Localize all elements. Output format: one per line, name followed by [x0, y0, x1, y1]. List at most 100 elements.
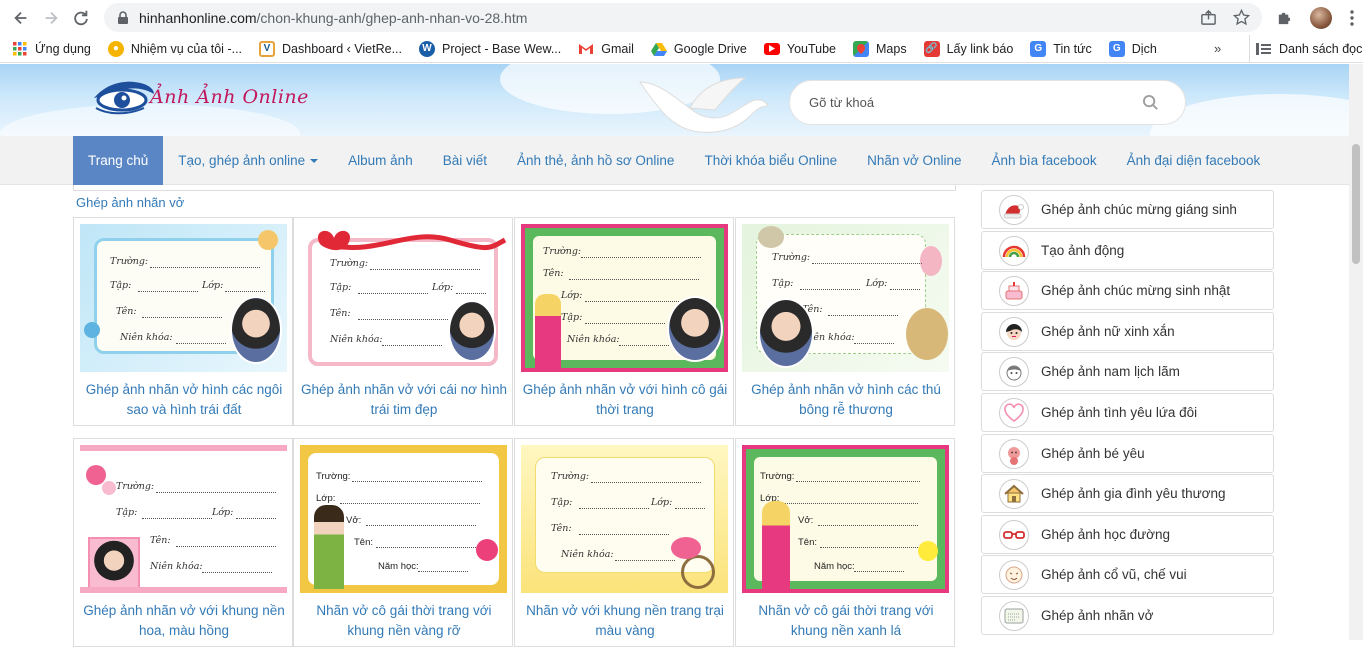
- sidebar-item-baby[interactable]: Ghép ảnh bé yêu: [981, 434, 1274, 473]
- sidebar-item-birthday[interactable]: Ghép ảnh chúc mừng sinh nhật: [981, 271, 1274, 310]
- task-icon: ●: [107, 40, 124, 57]
- thumb-label: Vở:: [346, 515, 362, 526]
- sidebar-item-notebook-labels[interactable]: Ghép ảnh nhãn vở: [981, 596, 1274, 635]
- sidebar-item-label: Ghép ảnh học đường: [1041, 527, 1170, 542]
- extensions-puzzle-icon[interactable]: [1276, 9, 1293, 26]
- label-card[interactable]: Trường: Tập: Lớp: Tên: Niên khóa: Ghép ả…: [293, 217, 513, 426]
- label-card[interactable]: Trường: Tập: Lớp: Tên: Niên khóa: Ghép ả…: [73, 217, 293, 426]
- nav-home[interactable]: Trang chủ: [73, 136, 164, 185]
- card-title-link[interactable]: Nhãn vở cô gái thời trang với khung nền …: [298, 601, 510, 641]
- card-thumbnail[interactable]: Trường: Tập: Lớp: Tên: Niên khóa:: [80, 224, 287, 372]
- sidebar-item-animated[interactable]: Tạo ảnh động: [981, 231, 1274, 270]
- share-icon[interactable]: [1200, 9, 1217, 26]
- reload-icon[interactable]: [66, 3, 96, 33]
- nav-articles[interactable]: Bài viết: [428, 136, 502, 185]
- card-thumbnail[interactable]: Trường: Tập: Lớp: Tên: Niên khóa:: [521, 445, 728, 593]
- card-title-link[interactable]: Ghép ảnh nhãn vở với cái nơ hình trái ti…: [298, 380, 510, 420]
- label-card[interactable]: Trường: Tập: Lớp: Tên: Niên khóa: Nhãn v…: [514, 438, 734, 647]
- bookmark-get-link[interactable]: 🔗 Lấy link báo: [923, 40, 1014, 57]
- baby-icon: [999, 438, 1029, 469]
- page-scrollbar[interactable]: [1349, 64, 1363, 640]
- bookmark-label: Gmail: [601, 41, 634, 56]
- main-navigation: Trang chủ Tạo, ghép ảnh online Album ảnh…: [0, 136, 1349, 185]
- thumb-label: Lớp:: [202, 280, 224, 291]
- more-menu-icon[interactable]: [1350, 9, 1354, 26]
- card-thumbnail[interactable]: Trường: Lớp: Vở: Tên: Năm học:: [300, 445, 507, 593]
- sidebar-item-label: Ghép ảnh gia đình yêu thương: [1041, 486, 1226, 501]
- card-thumbnail[interactable]: Trường: Lớp: Vở: Tên: Năm học:: [742, 445, 949, 593]
- card-title-link[interactable]: Nhãn vở cô gái thời trang với khung nền …: [740, 601, 952, 641]
- nav-label: Nhãn vở Online: [867, 153, 962, 168]
- bookmark-label: Google Drive: [673, 41, 747, 56]
- thumb-label: Niên khóa:: [330, 334, 383, 345]
- bookmark-label: Dashboard ‹ VietRe...: [282, 41, 402, 56]
- bookmark-youtube[interactable]: YouTube: [763, 42, 836, 56]
- nav-albums[interactable]: Album ảnh: [333, 136, 428, 185]
- nav-notebook-labels[interactable]: Nhãn vở Online: [852, 136, 976, 185]
- sidebar-item-pretty-girl[interactable]: Ghép ảnh nữ xinh xắn: [981, 312, 1274, 351]
- bookmark-label: Dịch: [1131, 41, 1157, 56]
- bookmark-project[interactable]: W Project - Base Wew...: [419, 40, 561, 57]
- nav-label: Thời khóa biểu Online: [704, 153, 838, 168]
- back-icon[interactable]: [6, 3, 36, 33]
- bookmark-dashboard[interactable]: V Dashboard ‹ VietRe...: [259, 40, 402, 57]
- sidebar-item-christmas[interactable]: Ghép ảnh chúc mừng giáng sinh: [981, 190, 1274, 229]
- sidebar-item-funny[interactable]: Ghép ảnh cổ vũ, chế vui: [981, 555, 1274, 594]
- label-card[interactable]: Trường: Tập: Lớp: Tên: Niên khóa: Ghép ả…: [735, 217, 955, 426]
- wordpress-icon: W: [419, 40, 435, 57]
- bookmarks-overflow-button[interactable]: »: [1214, 41, 1221, 56]
- sidebar-item-family[interactable]: Ghép ảnh gia đình yêu thương: [981, 474, 1274, 513]
- profile-avatar[interactable]: [1310, 6, 1333, 29]
- card-title-link[interactable]: Ghép ảnh nhãn vở với hình cô gái thời tr…: [519, 380, 731, 420]
- bookmark-apps[interactable]: Ứng dụng: [12, 41, 91, 57]
- translate-icon: G: [1108, 40, 1125, 57]
- thumb-label: Lớp:: [651, 497, 673, 508]
- nav-create-photos[interactable]: Tạo, ghép ảnh online: [163, 136, 333, 185]
- sidebar-item-couple-love[interactable]: Ghép ảnh tình yêu lứa đôi: [981, 393, 1274, 432]
- thumb-label: Lớp:: [866, 278, 888, 289]
- bookmark-label: Lấy link báo: [946, 41, 1014, 56]
- card-thumbnail[interactable]: Trường: Tập: Lớp: Tên: Niên khóa:: [300, 224, 507, 372]
- card-title-link[interactable]: Nhãn vở với khung nền trang trại màu vàn…: [519, 601, 731, 641]
- google-drive-icon: [650, 41, 667, 57]
- bookmark-tasks[interactable]: ● Nhiệm vụ của tôi -...: [107, 40, 242, 57]
- site-banner: Ảnh Ảnh Online: [0, 64, 1349, 136]
- bookmark-gmail[interactable]: Gmail: [578, 41, 634, 57]
- sidebar-item-handsome-boy[interactable]: Ghép ảnh nam lịch lãm: [981, 352, 1274, 391]
- santa-hat-icon: [999, 194, 1029, 225]
- nav-facebook-avatar[interactable]: Ảnh đại diện facebook: [1112, 136, 1276, 185]
- section-title[interactable]: Ghép ảnh nhãn vở: [76, 195, 184, 210]
- address-bar[interactable]: hinhanhonline.com/chon-khung-anh/ghep-an…: [104, 3, 1262, 32]
- scrollbar-thumb[interactable]: [1352, 144, 1360, 264]
- bookmark-news[interactable]: G Tin tức: [1030, 40, 1092, 57]
- nav-id-photos[interactable]: Ảnh thẻ, ảnh hồ sơ Online: [502, 136, 689, 185]
- bookmark-maps[interactable]: Maps: [853, 40, 907, 57]
- nav-label: Tạo, ghép ảnh online: [178, 153, 306, 168]
- label-card[interactable]: Trường: Tập: Lớp: Tên: Niên khóa: Ghép ả…: [73, 438, 293, 647]
- card-thumbnail[interactable]: Trường: Tên: Lớp: Tập: Niên khóa:: [521, 224, 728, 372]
- forward-icon[interactable]: [36, 3, 66, 33]
- nav-label: Trang chủ: [88, 153, 149, 168]
- card-title-link[interactable]: Ghép ảnh nhãn vở hình các thú bông rễ th…: [740, 380, 952, 420]
- reading-list-label: Danh sách đọc: [1279, 42, 1363, 56]
- star-bookmark-icon[interactable]: [1233, 9, 1250, 26]
- nav-timetable[interactable]: Thời khóa biểu Online: [689, 136, 852, 185]
- thumb-label: Lớp:: [212, 507, 234, 518]
- label-card[interactable]: Trường: Lớp: Vở: Tên: Năm học: Nhãn vở c…: [293, 438, 513, 647]
- bookmark-translate[interactable]: G Dịch: [1108, 40, 1157, 57]
- search-icon[interactable]: [1142, 94, 1159, 111]
- card-thumbnail[interactable]: Trường: Tập: Lớp: Tên: Niên khóa:: [742, 224, 949, 372]
- card-title-link[interactable]: Ghép ảnh nhãn vở với khung nền hoa, màu …: [78, 601, 290, 641]
- reading-list-button[interactable]: Danh sách đọc: [1249, 35, 1362, 63]
- card-thumbnail[interactable]: Trường: Tập: Lớp: Tên: Niên khóa:: [80, 445, 287, 593]
- thumb-label: Trường:: [772, 252, 811, 263]
- label-card[interactable]: Trường: Lớp: Vở: Tên: Năm học: Nhãn vở c…: [735, 438, 955, 647]
- card-title-link[interactable]: Ghép ảnh nhãn vở hình các ngôi sao và hì…: [78, 380, 290, 420]
- label-card[interactable]: Trường: Tên: Lớp: Tập: Niên khóa: Ghép ả…: [514, 217, 734, 426]
- bookmark-google-drive[interactable]: Google Drive: [650, 41, 747, 57]
- search-input[interactable]: [809, 95, 1129, 110]
- thumb-label: Trường:: [330, 258, 369, 269]
- sidebar-item-label: Ghép ảnh chúc mừng giáng sinh: [1041, 202, 1237, 217]
- sidebar-item-school[interactable]: Ghép ảnh học đường: [981, 515, 1274, 554]
- nav-facebook-cover[interactable]: Ảnh bìa facebook: [977, 136, 1112, 185]
